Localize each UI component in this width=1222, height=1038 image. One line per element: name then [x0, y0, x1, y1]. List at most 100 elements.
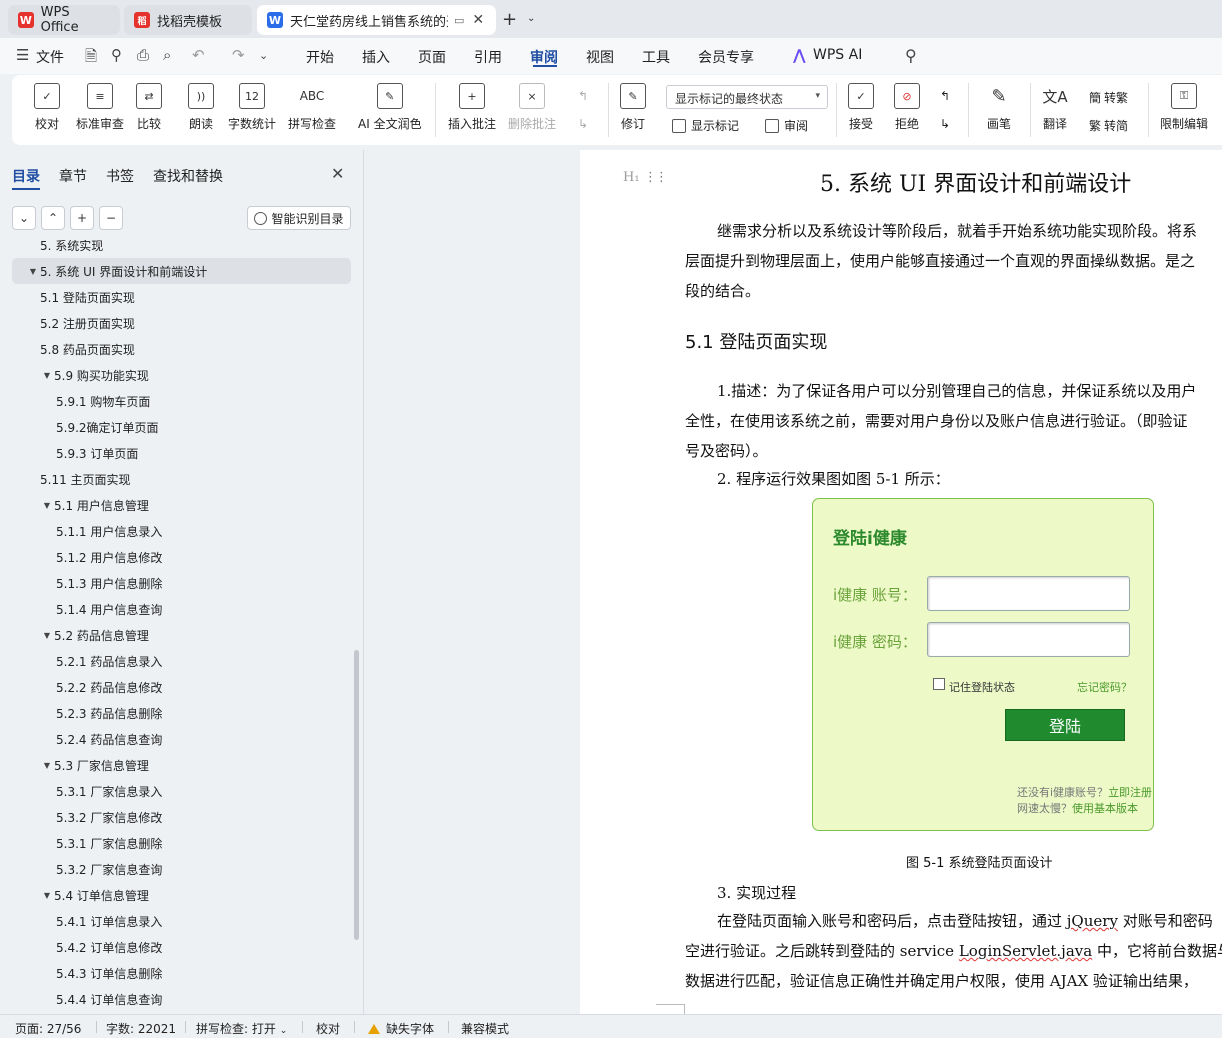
to-traditional-button[interactable]: 簡 转繁 [1089, 89, 1128, 106]
next-change-icon[interactable]: ↳ [940, 117, 950, 131]
toc-item[interactable]: 5.2 注册页面实现 [0, 310, 135, 336]
read-aloud-button[interactable]: )) 朗读 [188, 83, 214, 132]
print-preview-icon[interactable]: ⌕ [163, 46, 171, 64]
proofread-button[interactable]: ✓ 校对 [34, 83, 60, 132]
redo-icon[interactable]: ↷ [232, 46, 245, 64]
toc-item[interactable]: 5.9.3 订单页面 [0, 440, 138, 466]
undo-icon[interactable]: ↶ [192, 46, 205, 64]
pen-button[interactable]: ✎ 画笔 [986, 83, 1012, 132]
toc-item[interactable]: 5.8 药品页面实现 [0, 336, 135, 362]
review-pane-button[interactable]: 审阅 [765, 117, 808, 134]
menu-insert[interactable]: 插入 [362, 47, 390, 67]
display-mode-select[interactable]: 显示标记的最终状态 ▾ [666, 85, 828, 109]
delete-comment-button[interactable]: × 删除批注 [508, 83, 556, 132]
toc-item[interactable]: 5.4.4 订单信息查询 [0, 986, 162, 1012]
toc-item[interactable]: 5. 系统实现 [0, 240, 103, 258]
tab-document[interactable]: W 天仁堂药房线上销售系统的开 ▭ ✕ [257, 5, 496, 35]
toc-item[interactable]: 5.9.2确定订单页面 [0, 414, 159, 440]
nav-tab-toc[interactable]: 目录 [12, 166, 40, 186]
toc-item[interactable]: ▼ 5.1 用户信息管理 [0, 492, 149, 518]
expand-icon[interactable]: ⌄ [12, 206, 36, 230]
share-icon[interactable]: ⚲ [111, 46, 122, 64]
nav-tab-find-replace[interactable]: 查找和替换 [153, 166, 223, 186]
expand-arrow-icon[interactable]: ▼ [40, 501, 54, 510]
scrollbar[interactable] [354, 650, 359, 940]
toc-item[interactable]: ▼ 5. 系统 UI 界面设计和前端设计 [12, 258, 351, 284]
previous-change-icon[interactable]: ↰ [940, 89, 950, 103]
smart-toc-button[interactable]: 智能识别目录 [247, 206, 351, 230]
next-comment-icon[interactable]: ↳ [578, 117, 588, 131]
expand-arrow-icon[interactable]: ▼ [40, 761, 54, 770]
proofread-status[interactable]: 校对 [316, 1020, 340, 1037]
toc-item[interactable]: 5.9.1 购物车页面 [0, 388, 150, 414]
toc-item[interactable]: ▼ 5.3 厂家信息管理 [0, 752, 149, 778]
search-icon[interactable]: ⚲ [905, 46, 917, 65]
ai-polish-button[interactable]: ✎ AI 全文润色 [358, 83, 422, 132]
toc-item[interactable]: 5.4.1 订单信息录入 [0, 908, 162, 934]
menu-wps-ai[interactable]: WPS AI [813, 47, 862, 63]
nav-tab-chapters[interactable]: 章节 [59, 166, 87, 186]
translate-button[interactable]: 文A 翻译 [1042, 83, 1068, 132]
previous-comment-icon[interactable]: ↰ [578, 89, 588, 103]
tab-wps-office[interactable]: W WPS Office [8, 5, 120, 35]
menu-page[interactable]: 页面 [418, 47, 446, 67]
word-count[interactable]: 字数: 22021 [106, 1020, 176, 1037]
toc-item[interactable]: 5.2.4 药品信息查询 [0, 726, 162, 752]
toc-item[interactable]: 5.11 主页面实现 [0, 466, 131, 492]
missing-font-status[interactable]: 缺失字体 [368, 1020, 434, 1037]
toc-item[interactable]: 5.1 登陆页面实现 [0, 284, 135, 310]
heading-marker-icon[interactable]: H₁ [623, 170, 640, 185]
menu-reference[interactable]: 引用 [474, 47, 502, 67]
page-indicator[interactable]: 页面: 27/56 [15, 1020, 81, 1037]
toc-item[interactable]: 5.3.2 厂家信息查询 [0, 856, 162, 882]
menu-review[interactable]: 审阅 [530, 47, 558, 67]
menu-start[interactable]: 开始 [306, 47, 334, 67]
word-count-button[interactable]: 12 字数统计 [228, 83, 276, 132]
standard-review-button[interactable]: ≡ 标准审查 [76, 83, 124, 132]
expand-arrow-icon[interactable]: ▼ [40, 891, 54, 900]
show-markup-button[interactable]: 显示标记 [672, 117, 739, 134]
remove-heading-icon[interactable]: − [99, 206, 123, 230]
accept-button[interactable]: ✓ 接受 [848, 83, 874, 132]
chevron-down-icon[interactable]: ⌄ [527, 13, 535, 24]
toc-item[interactable]: ▼ 5.9 购买功能实现 [0, 362, 149, 388]
insert-comment-button[interactable]: + 插入批注 [448, 83, 496, 132]
toc-item[interactable]: 5.4.3 订单信息删除 [0, 960, 162, 986]
nav-tab-bookmarks[interactable]: 书签 [106, 166, 134, 186]
close-icon[interactable]: ✕ [472, 12, 484, 28]
close-icon[interactable]: ✕ [331, 164, 344, 183]
menu-file[interactable]: 文件 [36, 47, 64, 67]
to-simplified-button[interactable]: 繁 转简 [1089, 117, 1128, 134]
chevron-down-icon[interactable]: ⌄ [259, 49, 268, 62]
restrict-edit-button[interactable]: ⚿ 限制编辑 [1160, 83, 1208, 132]
collapse-icon[interactable]: ⌃ [41, 206, 65, 230]
revise-button[interactable]: ✎ 修订 [620, 83, 646, 132]
reject-button[interactable]: ⊘ 拒绝 [894, 83, 920, 132]
drag-handle-icon[interactable]: ⋮⋮ [644, 170, 668, 185]
expand-arrow-icon[interactable]: ▼ [40, 371, 54, 380]
toc-item[interactable]: 5.2.1 药品信息录入 [0, 648, 162, 674]
print-icon[interactable]: ⎙ [137, 46, 149, 64]
toc-item[interactable]: 5.2.3 药品信息删除 [0, 700, 162, 726]
menu-member[interactable]: 会员专享 [698, 47, 754, 67]
toc-item[interactable]: 5.1.3 用户信息删除 [0, 570, 162, 596]
toc-item[interactable]: 5.1.4 用户信息查询 [0, 596, 162, 622]
tab-template[interactable]: 稻 找稻壳模板 [124, 5, 252, 35]
toc-item[interactable]: 5.3.1 厂家信息录入 [0, 778, 162, 804]
toc-item[interactable]: 5.4.2 订单信息修改 [0, 934, 162, 960]
document-page[interactable]: H₁ ⋮⋮ 5. 系统 UI 界面设计和前端设计 继需求分析以及系统设计等阶段后… [580, 150, 1222, 1014]
toc-item[interactable]: 5.1.1 用户信息录入 [0, 518, 162, 544]
toc-item[interactable]: 5.1.2 用户信息修改 [0, 544, 162, 570]
monitor-icon[interactable]: ▭ [454, 14, 464, 27]
toc-item[interactable]: 5.3.1 厂家信息删除 [0, 830, 162, 856]
toc-item[interactable]: 5.3.2 厂家信息修改 [0, 804, 162, 830]
add-heading-icon[interactable]: + [70, 206, 94, 230]
toc-item[interactable]: ▼ 5.4 订单信息管理 [0, 882, 149, 908]
compare-button[interactable]: ⇄ 比较 [136, 83, 162, 132]
save-icon[interactable]: 🗎 [85, 46, 97, 71]
hamburger-icon[interactable]: ☰ [16, 46, 29, 64]
expand-arrow-icon[interactable]: ▼ [40, 631, 54, 640]
expand-arrow-icon[interactable]: ▼ [26, 267, 40, 276]
menu-tools[interactable]: 工具 [642, 47, 670, 67]
new-tab-icon[interactable]: + [502, 9, 517, 30]
